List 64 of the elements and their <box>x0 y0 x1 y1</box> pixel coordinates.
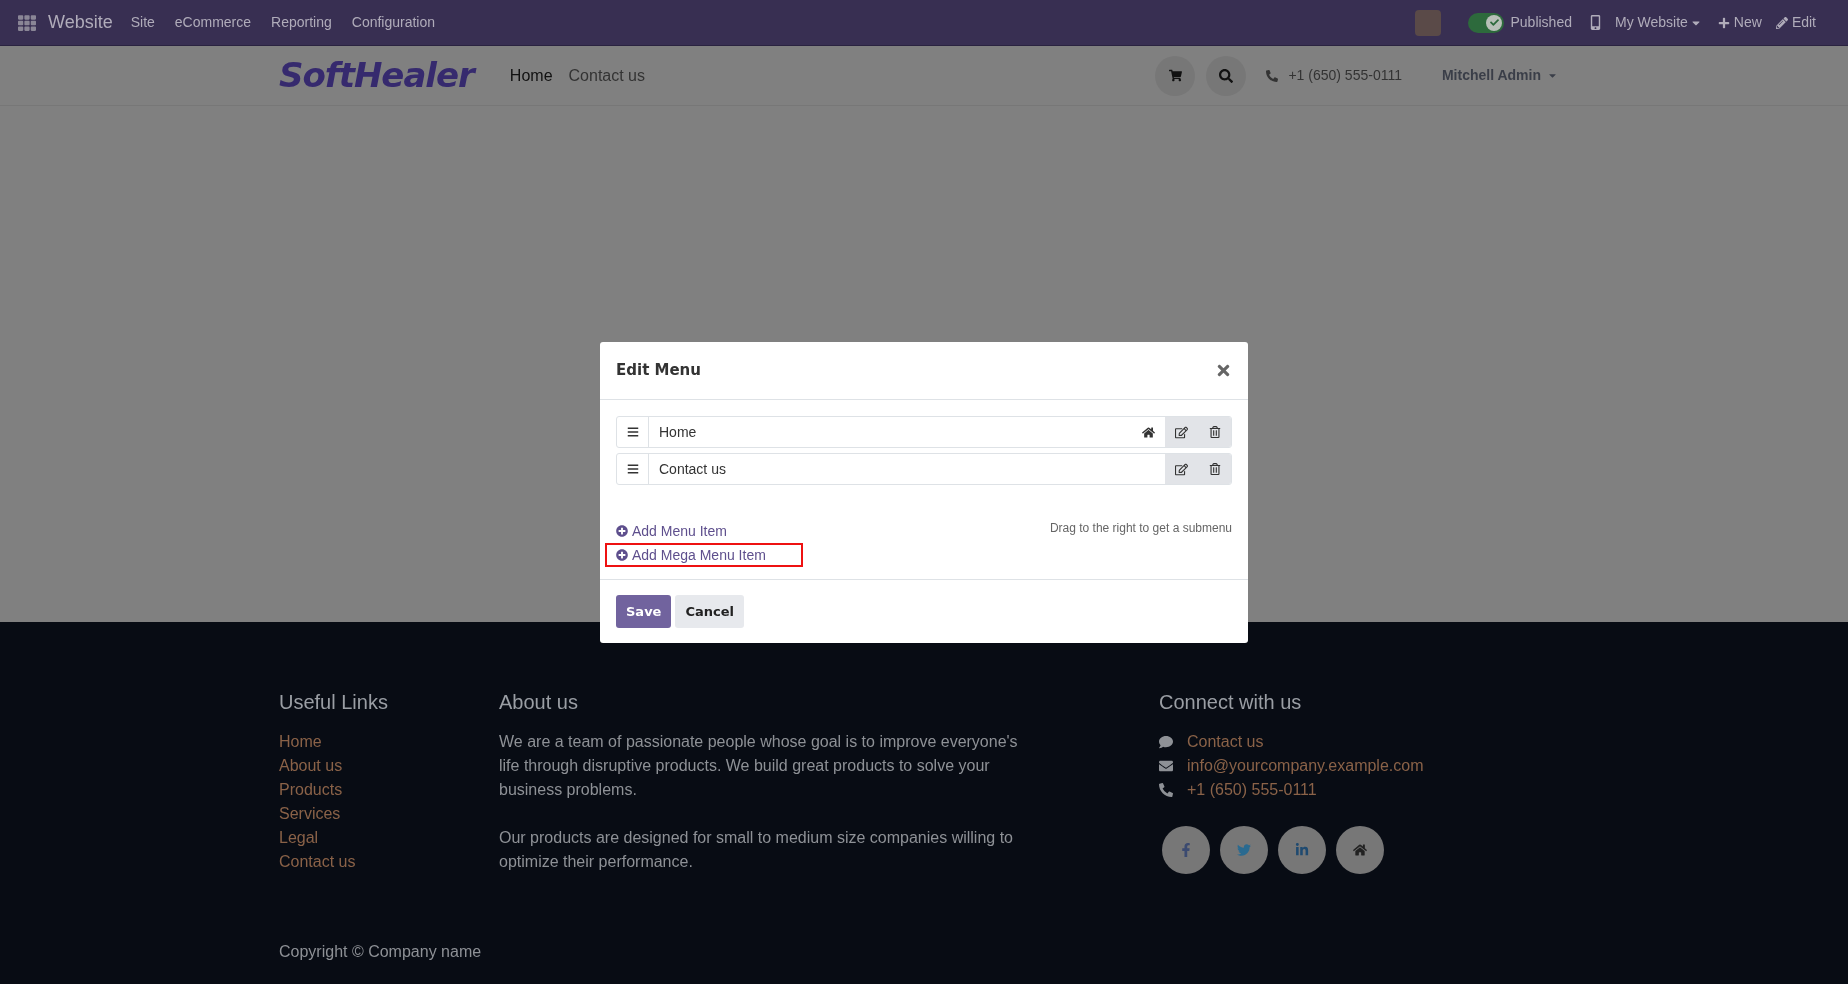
phone-icon <box>1159 783 1173 797</box>
submenu-hint: Drag to the right to get a submenu <box>1049 520 1232 537</box>
close-button[interactable] <box>1215 362 1232 379</box>
home-icon <box>1353 843 1367 857</box>
bird-icon <box>1237 843 1251 857</box>
social-button[interactable] <box>1336 826 1384 874</box>
phone-number[interactable]: +1 (650) 555-0111 <box>1288 65 1402 86</box>
menu-item-label: Contact us <box>658 459 727 479</box>
app-title[interactable]: Website <box>48 9 113 36</box>
nav-link[interactable]: Home <box>509 63 553 88</box>
edit-icon[interactable] <box>1175 462 1189 476</box>
footer-link[interactable]: Contact us <box>279 850 499 874</box>
search-icon <box>1219 68 1234 83</box>
plus-icon <box>1717 16 1730 29</box>
footer-link[interactable]: Products <box>279 778 499 802</box>
published-toggle[interactable] <box>1468 12 1505 33</box>
add-item-link[interactable]: Add Menu Item <box>605 519 738 543</box>
footer-link[interactable]: Home <box>279 730 499 754</box>
new-button[interactable]: New <box>1717 12 1762 33</box>
menu-item-row[interactable]: Contact us <box>616 453 1232 485</box>
copyright: Copyright © Company name <box>279 942 483 962</box>
contact-link[interactable]: Contact us <box>1187 730 1264 754</box>
website-switcher[interactable]: My Website <box>1615 12 1702 33</box>
footer-link[interactable]: About us <box>279 754 499 778</box>
about-paragraph: Our products are designed for small to medium size companies willing to optimize their performance. <box>499 828 1014 872</box>
social-button[interactable] <box>1220 826 1268 874</box>
add-item-link[interactable]: Add Mega Menu Item <box>605 543 803 567</box>
facebook-icon <box>1179 843 1193 857</box>
top-menu-item[interactable]: eCommerce <box>174 12 252 33</box>
nav-link[interactable]: Contact us <box>568 63 645 88</box>
published-label: Published <box>1510 13 1572 32</box>
save-button[interactable]: Save <box>616 595 672 628</box>
apps-grid-icon[interactable] <box>18 13 36 32</box>
user-avatar <box>1415 9 1442 36</box>
contact-link[interactable]: +1 (650) 555-0111 <box>1187 778 1317 802</box>
chat-icon <box>1159 735 1173 749</box>
social-button[interactable] <box>1162 826 1210 874</box>
edit-icon[interactable] <box>1175 425 1189 439</box>
footer-heading: About us <box>499 690 579 715</box>
cart-icon <box>1168 69 1182 82</box>
footer-link[interactable]: Legal <box>279 826 499 850</box>
menu-item-label: Home <box>658 422 698 442</box>
check-icon <box>1490 18 1499 27</box>
footer-heading: Connect with us <box>1159 690 1303 715</box>
email-icon <box>1159 759 1173 773</box>
social-button[interactable] <box>1278 826 1326 874</box>
contact-link[interactable]: info@yourcompany.example.com <box>1187 754 1424 778</box>
top-menu-item[interactable]: Reporting <box>271 12 332 33</box>
menu-item-row[interactable]: Home <box>616 416 1232 448</box>
linkedin-icon <box>1295 843 1309 857</box>
cancel-button[interactable]: Cancel <box>675 595 744 628</box>
footer-link[interactable]: Services <box>279 802 499 826</box>
dialog-title: Edit Menu <box>616 360 701 382</box>
delete-icon[interactable] <box>1208 426 1221 438</box>
about-paragraph: We are a team of passionate people whose goal is to improve everyone's life through disruptive products. We build great products to solve your business problems. <box>499 732 1019 800</box>
top-menu-item[interactable]: Site <box>130 12 155 33</box>
user-menu[interactable]: Mitchell Admin <box>1441 65 1558 86</box>
pencil-icon <box>1775 16 1788 29</box>
footer-heading: Useful Links <box>279 690 389 715</box>
edit-button[interactable]: Edit <box>1775 12 1816 33</box>
delete-icon[interactable] <box>1208 463 1221 475</box>
mobile-icon[interactable] <box>1588 15 1603 30</box>
top-menu-item[interactable]: Configuration <box>351 12 436 33</box>
phone-icon <box>1266 69 1279 82</box>
